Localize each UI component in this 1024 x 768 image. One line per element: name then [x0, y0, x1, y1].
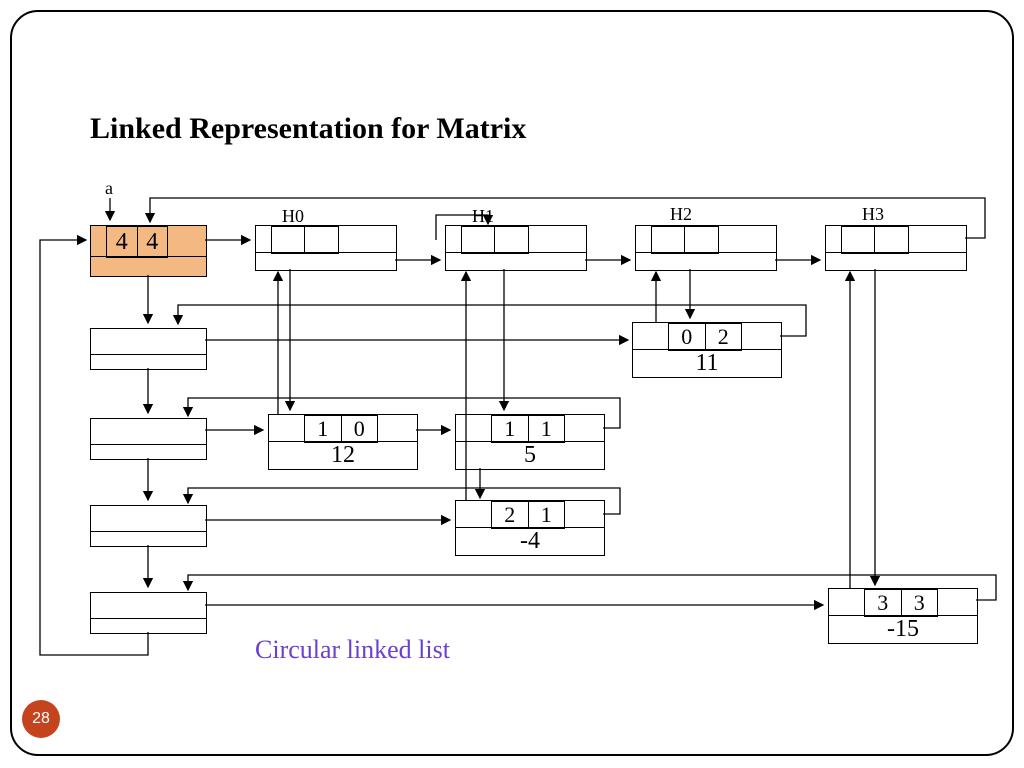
slide: Linked Representation for Matrix a H0 H1…: [0, 0, 1024, 768]
rowhdr-h0: [90, 328, 207, 370]
rowhdr-h1: [90, 418, 207, 460]
page-number: 28: [22, 700, 60, 738]
caption-circular: Circular linked list: [255, 635, 450, 665]
node-1-0: 1 0 12: [268, 414, 418, 470]
node-1-0-val: 12: [269, 441, 417, 469]
col-header-h0: H0: [282, 206, 304, 227]
node-0-2-val: 11: [633, 349, 781, 377]
node-0-2-row: 0: [669, 324, 706, 350]
node-2-1-col: 1: [529, 502, 565, 528]
node-0-2-col: 2: [706, 324, 742, 350]
rowhdr-h3: [90, 592, 207, 634]
node-1-0-col: 0: [342, 416, 378, 442]
slide-title: Linked Representation for Matrix: [90, 112, 526, 146]
node-1-0-row: 1: [305, 416, 342, 442]
pointer-label-a: a: [105, 178, 113, 199]
node-3-3-col: 3: [902, 590, 938, 616]
root-cols: 4: [138, 227, 168, 257]
col-header-h2: H2: [670, 204, 692, 225]
node-1-1-row: 1: [492, 416, 529, 442]
hdr-h1: [445, 225, 587, 271]
node-2-1-val: -4: [456, 527, 604, 555]
node-3-3: 3 3 -15: [828, 588, 978, 644]
node-2-1: 2 1 -4: [455, 500, 605, 556]
col-header-h3: H3: [862, 204, 884, 225]
node-3-3-row: 3: [865, 590, 902, 616]
node-0-2: 0 2 11: [632, 322, 782, 378]
root-node: 4 4: [90, 225, 207, 277]
node-1-1-val: 5: [456, 441, 604, 469]
hdr-h2: [635, 225, 777, 271]
node-2-1-row: 2: [492, 502, 529, 528]
root-rows: 4: [107, 227, 138, 257]
col-header-h1: H1: [472, 206, 494, 227]
hdr-h3: [825, 225, 967, 271]
hdr-h0: [255, 225, 397, 271]
rowhdr-h2: [90, 505, 207, 547]
node-3-3-val: -15: [829, 615, 977, 643]
node-1-1: 1 1 5: [455, 414, 605, 470]
node-1-1-col: 1: [529, 416, 565, 442]
